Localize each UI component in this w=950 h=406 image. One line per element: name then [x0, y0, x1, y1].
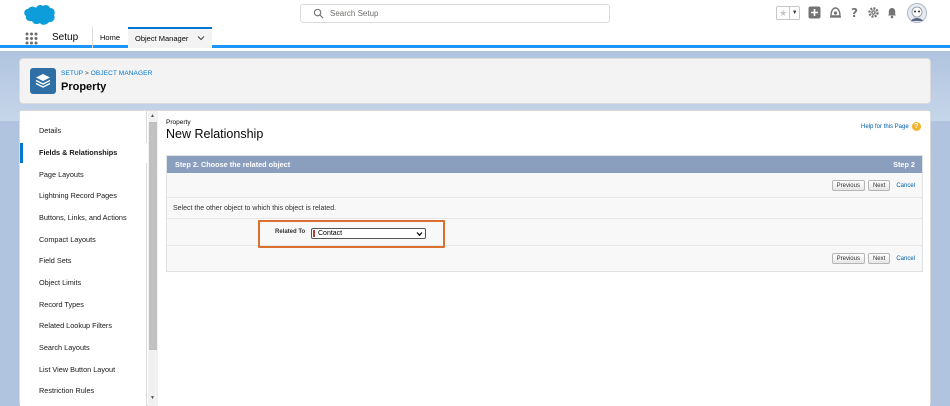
help-icon[interactable]: ? [849, 6, 860, 19]
help-for-page-link[interactable]: Help for this Page? [861, 122, 921, 131]
top-button-group: Previous Next Cancel [831, 180, 915, 191]
sidebar-item-object-limits[interactable]: Object Limits [20, 273, 147, 293]
favorites-button[interactable]: ★ ▼ [776, 6, 800, 20]
salesforce-logo-icon[interactable] [22, 4, 56, 26]
scrollbar-thumb[interactable] [149, 122, 157, 350]
sidebar-item-page-layouts[interactable]: Page Layouts [20, 165, 147, 185]
scroll-up-icon[interactable]: ▲ [150, 113, 155, 119]
help-link-label[interactable]: Help for this Page [861, 124, 909, 130]
object-title: Property [61, 81, 107, 93]
add-icon[interactable] [808, 6, 821, 19]
related-to-label: Related To [275, 229, 306, 235]
sidebar-item-related-lookup-filters[interactable]: Related Lookup Filters [20, 316, 147, 336]
sidebar: Details Fields & Relationships Page Layo… [20, 111, 147, 406]
sidebar-item-restriction-rules[interactable]: Restriction Rules [20, 381, 147, 401]
sidebar-item-lightning-record-pages[interactable]: Lightning Record Pages [20, 186, 147, 206]
cancel-link[interactable]: Cancel [896, 183, 915, 189]
instruction-text: Select the other object to which this ob… [167, 197, 922, 218]
user-avatar-icon[interactable] [907, 3, 927, 23]
favorites-dropdown-icon[interactable]: ▼ [789, 7, 799, 19]
scroll-down-icon[interactable]: ▼ [150, 395, 155, 401]
breadcrumb-separator: > [84, 70, 89, 77]
step-number: Step 2 [893, 160, 915, 169]
svg-text:?: ? [851, 6, 858, 19]
sidebar-item-details[interactable]: Details [20, 121, 147, 141]
next-button-bottom[interactable]: Next [867, 253, 891, 264]
previous-button-bottom[interactable]: Previous [831, 253, 865, 264]
trailhead-icon[interactable] [829, 6, 842, 19]
related-to-row: Related To Contact [167, 218, 922, 248]
breadcrumb-setup-link[interactable]: SETUP [61, 70, 83, 77]
object-manager-icon [30, 68, 56, 94]
search-icon [313, 8, 324, 19]
tab-object-manager-label: Object Manager [135, 34, 189, 43]
star-icon[interactable]: ★ [777, 7, 789, 19]
gear-icon[interactable] [867, 6, 880, 19]
sidebar-item-buttons-links-actions[interactable]: Buttons, Links, and Actions [20, 208, 147, 228]
next-button[interactable]: Next [867, 180, 891, 191]
step-header: Step 2. Choose the related object Step 2 [167, 156, 922, 173]
breadcrumb-object-manager-link[interactable]: OBJECT MANAGER [91, 70, 153, 77]
sidebar-item-field-sets[interactable]: Field Sets [20, 251, 147, 271]
tab-object-manager[interactable]: Object Manager [128, 27, 212, 48]
page-title: New Relationship [166, 127, 264, 141]
previous-button[interactable]: Previous [831, 180, 865, 191]
layers-icon [35, 74, 51, 88]
chevron-down-icon[interactable] [416, 231, 423, 237]
sidebar-scrollbar[interactable]: ▲ ▼ [148, 111, 158, 406]
related-to-highlight: Related To Contact [258, 220, 445, 248]
app-launcher-icon[interactable] [25, 32, 38, 45]
notification-bell-icon[interactable] [886, 6, 898, 19]
sidebar-item-record-types[interactable]: Record Types [20, 295, 147, 315]
tab-home[interactable]: Home [92, 27, 127, 48]
global-header: Search Setup ★ ▼ ? [0, 0, 950, 27]
help-question-icon[interactable]: ? [911, 122, 921, 131]
object-header: SETUP > OBJECT MANAGER Property [19, 58, 931, 104]
app-name: Setup [52, 32, 79, 43]
cancel-link-bottom[interactable]: Cancel [896, 256, 915, 262]
related-to-select[interactable]: Contact [311, 228, 426, 239]
step-title: Step 2. Choose the related object [175, 160, 291, 169]
app-navigation-bar: Setup Home Object Manager [0, 27, 950, 48]
chevron-down-icon[interactable] [197, 34, 205, 42]
sidebar-item-search-layouts[interactable]: Search Layouts [20, 338, 147, 358]
breadcrumb: SETUP > OBJECT MANAGER [61, 70, 152, 77]
sidebar-item-compact-layouts[interactable]: Compact Layouts [20, 230, 147, 250]
search-placeholder: Search Setup [330, 9, 379, 18]
sidebar-item-list-view-button-layout[interactable]: List View Button Layout [20, 360, 147, 380]
step-section: Step 2. Choose the related object Step 2… [166, 155, 923, 272]
search-input[interactable]: Search Setup [300, 4, 610, 23]
page-object-label: Property [166, 119, 191, 126]
related-to-value: Contact [318, 230, 343, 237]
sidebar-item-fields-relationships[interactable]: Fields & Relationships [20, 143, 147, 163]
bottom-button-group: Previous Next Cancel [831, 253, 915, 264]
